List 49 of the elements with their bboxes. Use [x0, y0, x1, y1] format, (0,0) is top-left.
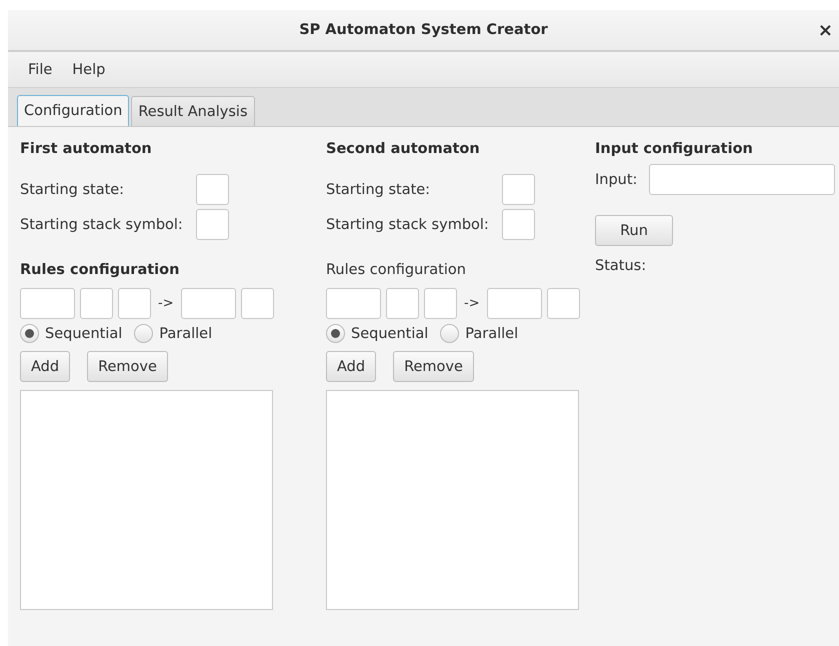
input-field[interactable] [502, 209, 535, 240]
close-button[interactable]: × [814, 20, 837, 41]
radio-option[interactable]: Parallel [440, 324, 518, 343]
input-field[interactable] [424, 288, 457, 319]
section-heading: Second automaton [326, 141, 481, 157]
input-field[interactable] [180, 288, 236, 319]
radio-option[interactable]: Sequential [20, 324, 122, 343]
input-field[interactable] [546, 288, 580, 319]
action-button[interactable]: Add [20, 351, 70, 382]
field-label: Starting state: [326, 182, 432, 198]
field-label: Starting stack symbol: [326, 216, 490, 232]
field-label: Starting stack symbol: [20, 216, 184, 232]
menu-item[interactable]: Help [66, 60, 112, 80]
radio-button[interactable] [134, 324, 154, 343]
run-button[interactable]: Run [595, 215, 673, 246]
action-button[interactable]: Remove [87, 351, 168, 382]
field-label: Starting state: [20, 182, 126, 198]
input-field[interactable] [649, 164, 836, 195]
field-label: Input: [595, 172, 638, 188]
input-field[interactable] [118, 288, 151, 319]
action-button[interactable]: Remove [393, 351, 474, 382]
radio-button[interactable] [440, 324, 460, 343]
input-field[interactable] [240, 288, 274, 319]
input-field[interactable] [486, 288, 542, 319]
input-field[interactable] [502, 174, 535, 205]
menu-item[interactable]: File [22, 60, 58, 80]
input-field[interactable] [196, 174, 229, 205]
input-field[interactable] [80, 288, 113, 319]
status-label: Status: [595, 258, 648, 274]
arrow-text: -> [158, 296, 174, 311]
input-field[interactable] [326, 288, 381, 319]
window-title: SP Automaton System Creator [299, 22, 548, 38]
rules-list[interactable] [326, 390, 579, 610]
radio-option[interactable]: Parallel [134, 324, 212, 343]
section-heading: Rules configuration [326, 262, 467, 278]
arrow-text: -> [464, 296, 480, 311]
tab[interactable]: Result Analysis [131, 96, 254, 126]
input-field[interactable] [20, 288, 75, 319]
section-heading: First automaton [20, 141, 153, 157]
input-field[interactable] [196, 209, 229, 240]
rules-list[interactable] [20, 390, 273, 610]
section-heading: Rules configuration [20, 262, 180, 278]
input-field[interactable] [386, 288, 419, 319]
radio-option[interactable]: Sequential [326, 324, 428, 343]
radio-button[interactable] [326, 324, 345, 343]
tab[interactable]: Configuration [17, 95, 130, 126]
section-heading: Input configuration [595, 141, 754, 157]
action-button[interactable]: Add [326, 351, 376, 382]
radio-button[interactable] [20, 324, 39, 343]
